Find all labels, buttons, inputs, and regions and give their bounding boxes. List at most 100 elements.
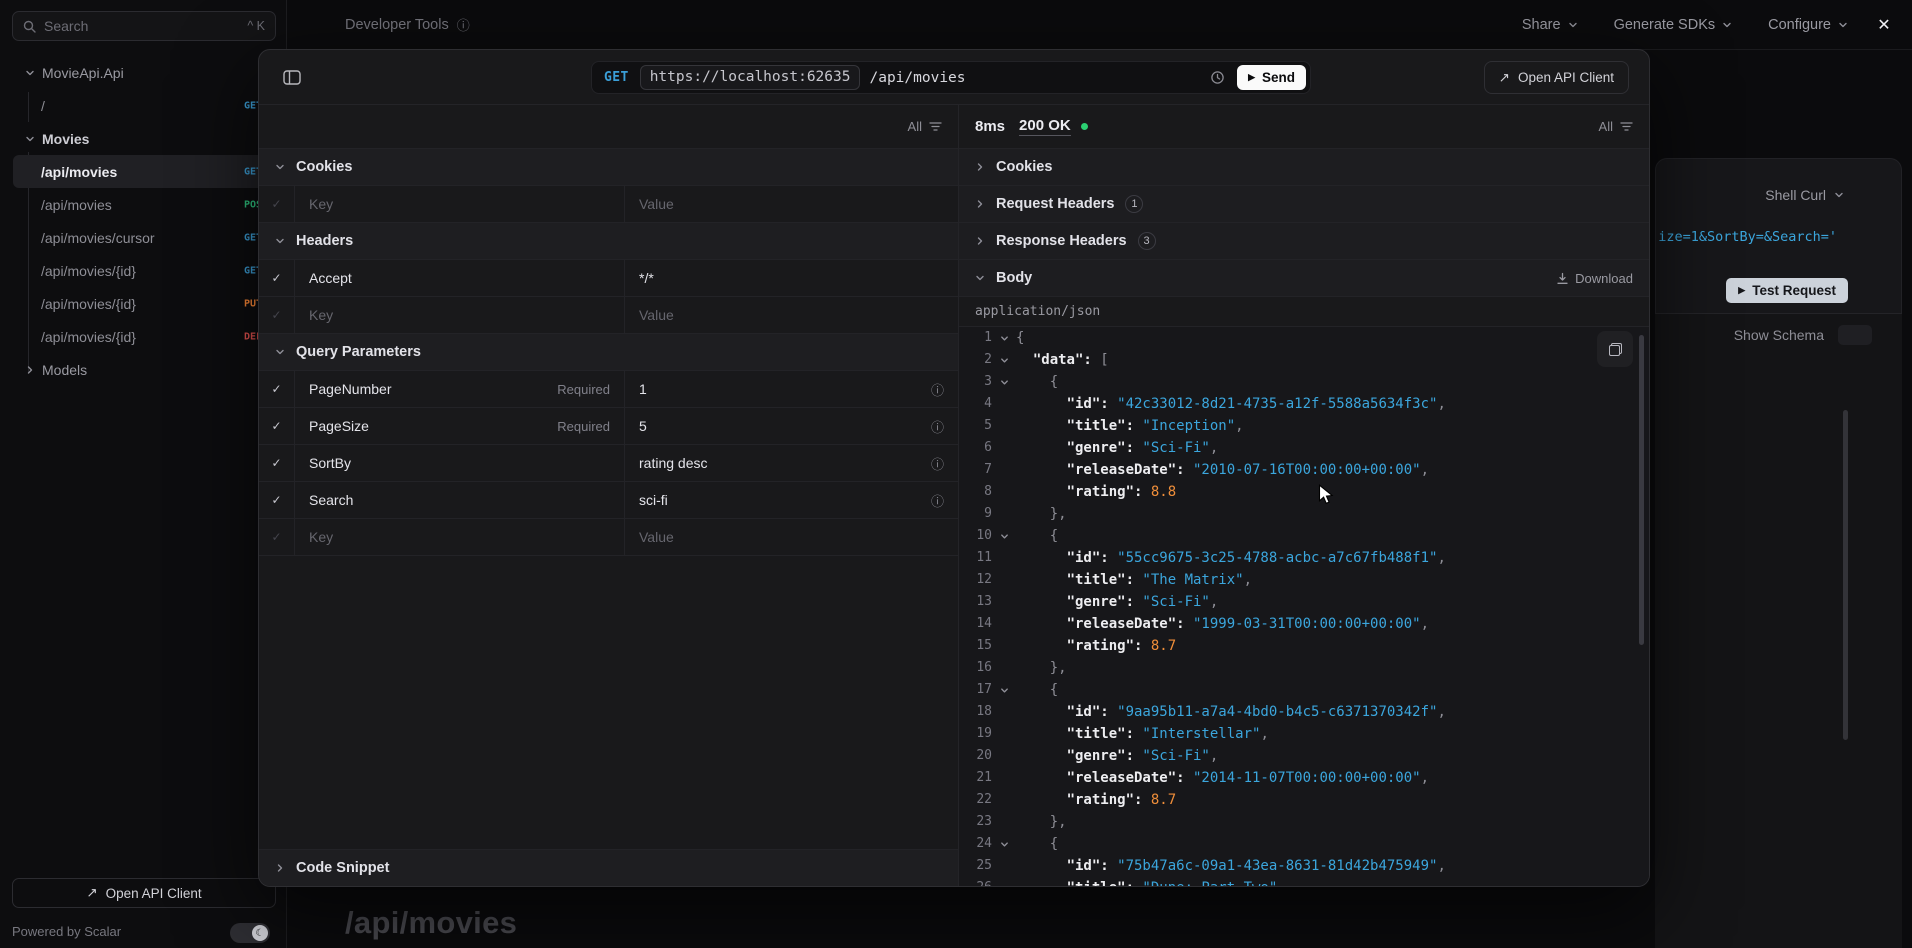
- response-section-header[interactable]: Body Download: [959, 260, 1649, 297]
- fold-toggle[interactable]: [992, 503, 1016, 525]
- fold-toggle[interactable]: [992, 635, 1016, 657]
- address-bar[interactable]: GET https://localhost:62635 /api/movies …: [591, 61, 1311, 94]
- sidebar-item-endpoint[interactable]: / GET: [0, 89, 287, 122]
- generate-sdks-menu[interactable]: Generate SDKs: [1614, 17, 1733, 33]
- sidebar-group-movies[interactable]: Movies: [0, 122, 287, 155]
- param-key[interactable]: Key: [309, 529, 333, 545]
- open-api-client-button[interactable]: ↗ Open API Client: [1484, 61, 1629, 94]
- sidebar-group-movieapi-api[interactable]: MovieApi.Api: [0, 56, 287, 89]
- param-row[interactable]: ✓ Key Value: [259, 186, 958, 223]
- fold-toggle[interactable]: [992, 547, 1016, 569]
- param-row[interactable]: ✓ Accept */*: [259, 260, 958, 297]
- fold-toggle[interactable]: [992, 459, 1016, 481]
- fold-toggle[interactable]: [992, 437, 1016, 459]
- fold-toggle[interactable]: [992, 679, 1016, 701]
- sidebar-item-endpoint[interactable]: /api/movies/{id} DELETE: [0, 320, 287, 353]
- share-menu[interactable]: Share: [1522, 17, 1578, 33]
- row-checkbox[interactable]: ✓: [259, 186, 295, 222]
- test-request-button[interactable]: ▶ Test Request: [1726, 278, 1848, 303]
- fold-toggle[interactable]: [992, 855, 1016, 877]
- client-selector[interactable]: Shell Curl: [1765, 187, 1844, 203]
- show-schema-toggle[interactable]: Show Schema: [1734, 327, 1824, 343]
- fold-toggle[interactable]: [992, 591, 1016, 613]
- section-header[interactable]: Headers: [259, 223, 958, 260]
- param-row[interactable]: ✓ SortBy rating desc ⓘ: [259, 445, 958, 482]
- row-checkbox[interactable]: ✓: [259, 482, 295, 518]
- section-header[interactable]: Query Parameters: [259, 334, 958, 371]
- param-row[interactable]: ✓ PageSize Required 5 ⓘ: [259, 408, 958, 445]
- param-key[interactable]: PageSize: [309, 418, 369, 434]
- scrollbar-thumb[interactable]: [1639, 335, 1644, 645]
- param-key[interactable]: SortBy: [309, 455, 351, 471]
- filter-all-button[interactable]: All: [908, 119, 922, 134]
- sidebar-item-endpoint[interactable]: /api/movies POST: [0, 188, 287, 221]
- param-key[interactable]: Key: [309, 196, 333, 212]
- configure-menu[interactable]: Configure: [1768, 17, 1848, 33]
- copy-button[interactable]: [1597, 331, 1633, 367]
- param-row[interactable]: ✓ PageNumber Required 1 ⓘ: [259, 371, 958, 408]
- fold-toggle[interactable]: [992, 481, 1016, 503]
- row-checkbox[interactable]: ✓: [259, 371, 295, 407]
- row-checkbox[interactable]: ✓: [259, 297, 295, 333]
- fold-toggle[interactable]: [992, 877, 1016, 886]
- fold-toggle[interactable]: [992, 657, 1016, 679]
- row-checkbox[interactable]: ✓: [259, 445, 295, 481]
- param-value[interactable]: */*: [639, 270, 654, 286]
- param-value[interactable]: 1: [639, 381, 647, 397]
- fold-toggle[interactable]: [992, 833, 1016, 855]
- param-row[interactable]: ✓ Key Value: [259, 297, 958, 334]
- history-icon[interactable]: [1210, 70, 1225, 85]
- fold-toggle[interactable]: [992, 701, 1016, 723]
- param-row[interactable]: ✓ Key Value: [259, 519, 958, 556]
- response-section-header[interactable]: Cookies: [959, 149, 1649, 186]
- base-url-chip[interactable]: https://localhost:62635: [640, 65, 861, 90]
- sidebar-item-endpoint[interactable]: /api/movies GET: [13, 155, 283, 188]
- scrollbar-thumb[interactable]: [1843, 410, 1848, 740]
- fold-toggle[interactable]: [992, 525, 1016, 547]
- open-api-client-button[interactable]: ↗ Open API Client: [12, 878, 276, 908]
- row-checkbox[interactable]: ✓: [259, 519, 295, 555]
- fold-toggle[interactable]: [992, 811, 1016, 833]
- sidebar-item-endpoint[interactable]: /api/movies/cursor GET: [0, 221, 287, 254]
- method-badge[interactable]: GET: [604, 70, 629, 85]
- param-key[interactable]: Accept: [309, 270, 352, 286]
- param-value[interactable]: rating desc: [639, 455, 707, 471]
- fold-toggle[interactable]: [992, 767, 1016, 789]
- section-header[interactable]: Cookies: [259, 149, 958, 186]
- row-checkbox[interactable]: ✓: [259, 260, 295, 296]
- sidebar-group-models[interactable]: Models: [0, 353, 287, 386]
- close-button[interactable]: ✕: [1872, 13, 1896, 37]
- param-value[interactable]: 5: [639, 418, 647, 434]
- row-checkbox[interactable]: ✓: [259, 408, 295, 444]
- param-value[interactable]: sci-fi: [639, 492, 668, 508]
- send-button[interactable]: ▶ Send: [1237, 65, 1306, 90]
- schema-toggle-box[interactable]: [1838, 325, 1872, 345]
- fold-toggle[interactable]: [992, 613, 1016, 635]
- param-value[interactable]: Value: [639, 196, 674, 212]
- param-key[interactable]: Search: [309, 492, 353, 508]
- response-filter-row[interactable]: All: [1599, 119, 1633, 134]
- fold-toggle[interactable]: [992, 393, 1016, 415]
- fold-toggle[interactable]: [992, 327, 1016, 349]
- sidebar-toggle-icon[interactable]: [283, 70, 301, 85]
- param-value[interactable]: Value: [639, 307, 674, 323]
- fold-toggle[interactable]: [992, 371, 1016, 393]
- path-input[interactable]: /api/movies: [869, 70, 965, 86]
- sidebar-item-endpoint[interactable]: /api/movies/{id} PUT: [0, 287, 287, 320]
- fold-toggle[interactable]: [992, 789, 1016, 811]
- fold-toggle[interactable]: [992, 415, 1016, 437]
- param-key[interactable]: Key: [309, 307, 333, 323]
- fold-toggle[interactable]: [992, 723, 1016, 745]
- code-snippet-section[interactable]: Code Snippet: [259, 849, 958, 886]
- fold-toggle[interactable]: [992, 569, 1016, 591]
- response-section-header[interactable]: Response Headers 3: [959, 223, 1649, 260]
- download-button[interactable]: Download: [1556, 271, 1633, 286]
- search-input[interactable]: Search ^ K: [12, 11, 276, 41]
- response-section-header[interactable]: Request Headers 1: [959, 186, 1649, 223]
- sidebar-item-endpoint[interactable]: /api/movies/{id} GET: [0, 254, 287, 287]
- response-status[interactable]: 200 OK: [1019, 117, 1071, 136]
- dark-mode-toggle[interactable]: ☾: [230, 923, 270, 943]
- fold-toggle[interactable]: [992, 745, 1016, 767]
- param-row[interactable]: ✓ Search sci-fi ⓘ: [259, 482, 958, 519]
- fold-toggle[interactable]: [992, 349, 1016, 371]
